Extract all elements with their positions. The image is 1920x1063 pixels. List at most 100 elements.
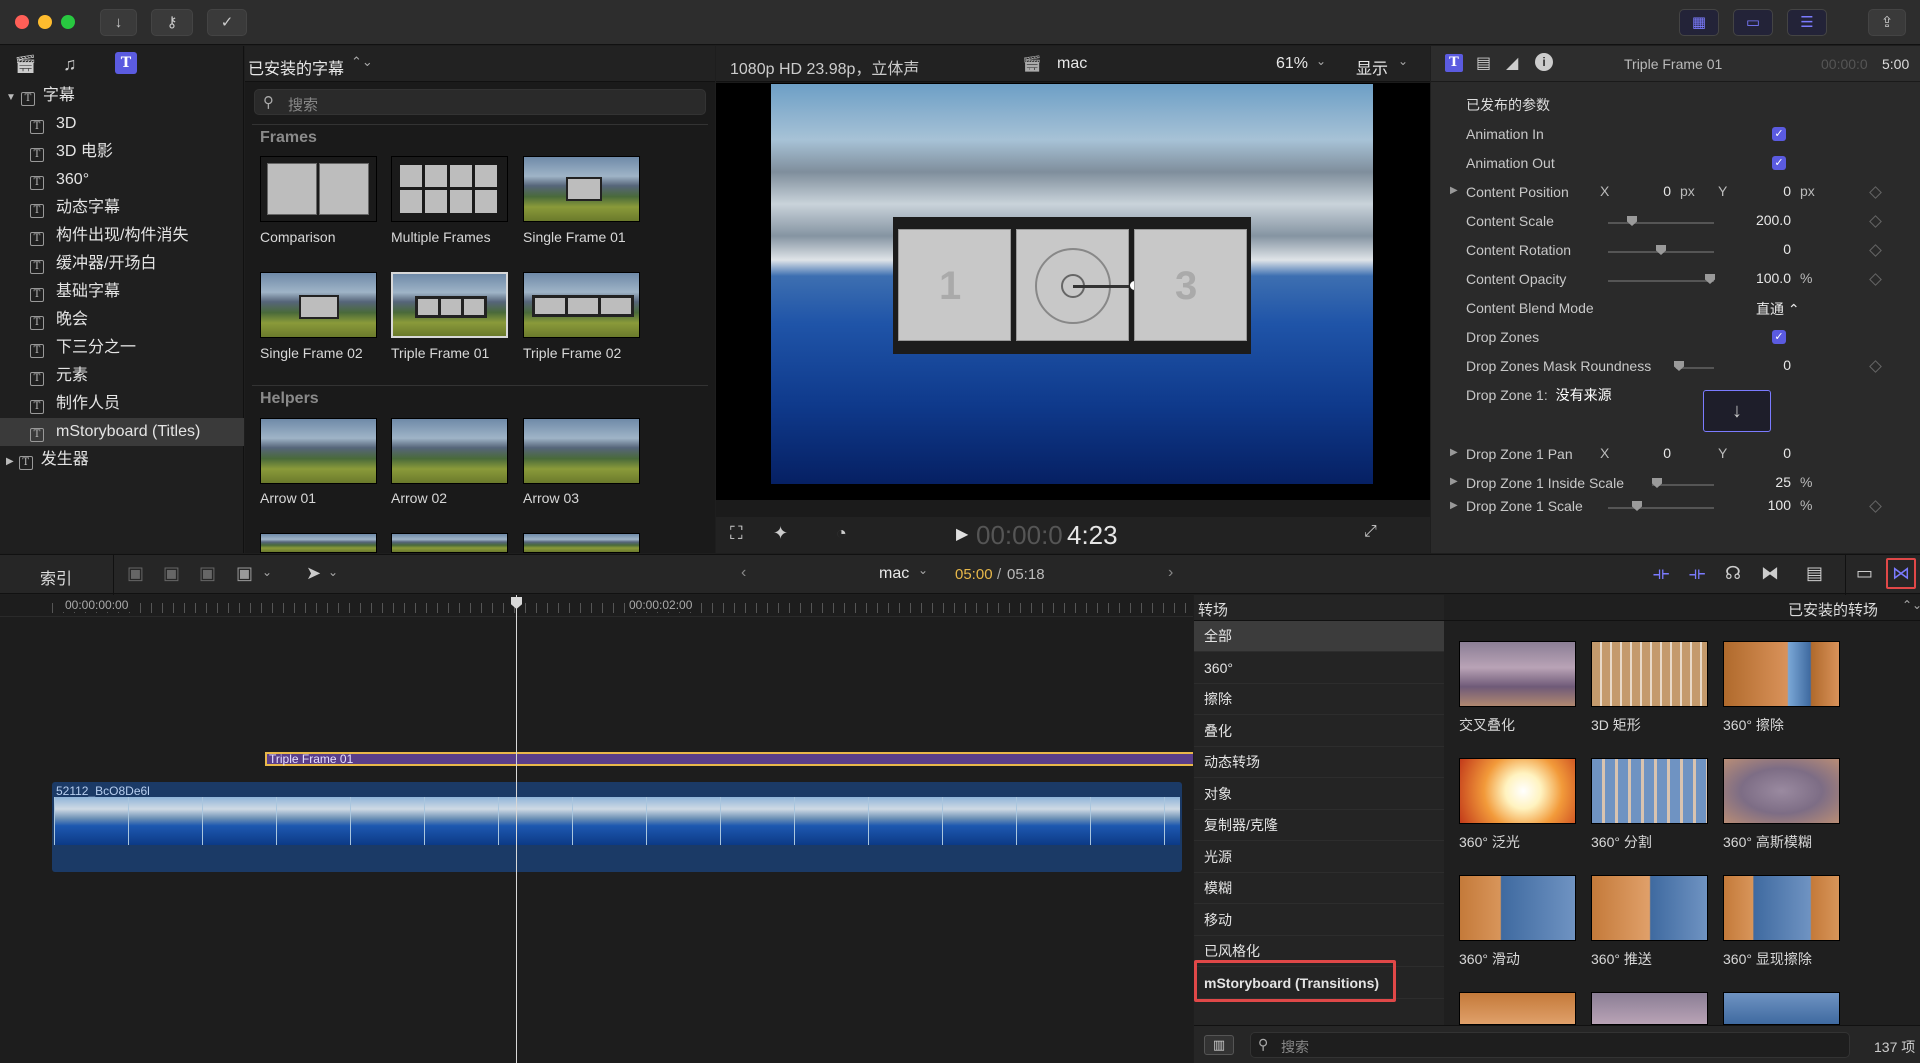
- transition-category[interactable]: 光源: [1194, 842, 1444, 873]
- clip-appearance-icon[interactable]: ▤: [1806, 563, 1823, 584]
- blend-mode-select[interactable]: 直通 ⌃: [1756, 299, 1800, 319]
- import-button[interactable]: ↓: [100, 9, 137, 36]
- browser-title[interactable]: 已安装的字幕: [248, 55, 344, 79]
- title-thumb-arrow-03[interactable]: [523, 418, 640, 484]
- transition-thumb-partial[interactable]: [1591, 992, 1708, 1025]
- transitions-browser-button[interactable]: ⋈: [1886, 558, 1916, 589]
- keyframe-icon[interactable]: [1869, 244, 1882, 257]
- timecode-bright[interactable]: 4:23: [1067, 520, 1118, 551]
- viewer-canvas[interactable]: 1 3: [716, 83, 1430, 500]
- title-thumb-multiple-frames[interactable]: [391, 156, 508, 222]
- title-thumb-partial[interactable]: [523, 533, 640, 553]
- drop-zone-2[interactable]: [1016, 229, 1140, 341]
- titles-tab-icon[interactable]: T: [115, 52, 137, 74]
- dz1-scale-value[interactable]: 100: [1751, 498, 1791, 513]
- headphones-icon[interactable]: ☊: [1725, 563, 1741, 584]
- library-item[interactable]: ▼ T 字幕: [0, 82, 244, 110]
- title-thumb-triple-frame-01[interactable]: [391, 272, 508, 338]
- zoom-window-button[interactable]: [61, 15, 75, 29]
- slider-knob[interactable]: [1652, 478, 1662, 488]
- chevron-down-icon[interactable]: ⌄: [262, 565, 272, 579]
- disclosure-open-icon[interactable]: ▼: [6, 92, 16, 103]
- library-item[interactable]: T 基础字幕: [0, 278, 244, 306]
- disclosure-triangle-icon[interactable]: ▶: [1450, 185, 1458, 196]
- minimize-window-button[interactable]: [38, 15, 52, 29]
- transition-thumb-partial[interactable]: [1723, 992, 1840, 1025]
- library-item[interactable]: T 360°: [0, 166, 244, 194]
- dz1-scale-slider[interactable]: [1608, 507, 1714, 509]
- dz1-pan-y-value[interactable]: 0: [1771, 445, 1791, 461]
- close-window-button[interactable]: [15, 15, 29, 29]
- transition-category[interactable]: 复制器/克隆: [1194, 810, 1444, 841]
- title-inspector-tab-icon[interactable]: T: [1445, 54, 1463, 72]
- slider-knob[interactable]: [1632, 501, 1642, 511]
- share-button[interactable]: ⇪: [1868, 9, 1906, 36]
- transition-thumb-3d-rectangle[interactable]: [1591, 641, 1708, 707]
- animation-in-checkbox[interactable]: ✓: [1772, 127, 1786, 141]
- transition-thumb-partial[interactable]: [1459, 992, 1576, 1025]
- transition-category[interactable]: 擦除: [1194, 684, 1444, 715]
- info-icon[interactable]: i: [1535, 53, 1553, 71]
- audio-skimming-icon[interactable]: ⟛: [1689, 563, 1705, 584]
- transform-icon[interactable]: ⛶: [730, 523, 743, 544]
- timeline-project-name[interactable]: mac: [879, 565, 909, 583]
- library-item[interactable]: T 3D: [0, 110, 244, 138]
- speedometer-icon[interactable]: ◔: [836, 523, 847, 544]
- library-item[interactable]: T 3D 电影: [0, 138, 244, 166]
- transition-category[interactable]: 全部: [1194, 621, 1444, 652]
- title-clip[interactable]: Triple Frame 01: [265, 752, 1193, 766]
- show-browser-button[interactable]: ▦: [1679, 9, 1719, 36]
- library-item[interactable]: T 构件出现/构件消失: [0, 222, 244, 250]
- show-inspector-button[interactable]: ☰: [1787, 9, 1827, 36]
- drop-zone-3[interactable]: 3: [1134, 229, 1247, 341]
- timecode-dim[interactable]: 00:00:0: [976, 520, 1063, 551]
- transition-thumb-360-slide[interactable]: [1459, 875, 1576, 941]
- animation-out-checkbox[interactable]: ✓: [1772, 156, 1786, 170]
- video-clip[interactable]: 52112_BcO8De6l: [52, 782, 1182, 872]
- title-thumb-triple-frame-02[interactable]: [523, 272, 640, 338]
- library-item[interactable]: T 制作人员: [0, 390, 244, 418]
- keyword-button[interactable]: ⚷: [151, 9, 193, 36]
- library-item[interactable]: T 下三分之一: [0, 334, 244, 362]
- dz1-inside-scale-slider[interactable]: [1652, 484, 1714, 486]
- play-icon[interactable]: ▶: [956, 524, 968, 544]
- title-thumb-partial[interactable]: [391, 533, 508, 553]
- timeline-ruler[interactable]: 00:00:00:00 00:00:02:00: [0, 595, 1193, 617]
- snapping-icon[interactable]: ⧓: [1761, 563, 1779, 584]
- drop-zone-1-source-well[interactable]: ↓: [1703, 390, 1771, 432]
- keyframe-icon[interactable]: [1869, 273, 1882, 286]
- select-tool-icon[interactable]: ➤: [306, 563, 321, 584]
- transition-category[interactable]: 移动: [1194, 905, 1444, 936]
- library-item[interactable]: T 元素: [0, 362, 244, 390]
- drop-zone-1[interactable]: 1: [898, 229, 1011, 341]
- slider-knob[interactable]: [1674, 361, 1684, 371]
- title-thumb-comparison[interactable]: [260, 156, 377, 222]
- overwrite-clip-icon[interactable]: ▣: [236, 563, 253, 584]
- disclosure-closed-icon[interactable]: ▶: [6, 456, 14, 467]
- keyframe-icon[interactable]: [1869, 500, 1882, 513]
- position-y-value[interactable]: 0: [1771, 183, 1791, 199]
- magic-wand-icon[interactable]: ✦: [773, 523, 788, 544]
- library-item[interactable]: ▶ T 发生器: [0, 446, 244, 474]
- chevron-down-icon[interactable]: ⌄: [1316, 54, 1326, 68]
- transition-category[interactable]: 模糊: [1194, 873, 1444, 904]
- index-button[interactable]: 索引: [40, 565, 72, 589]
- insert-clip-icon[interactable]: ▣: [163, 563, 180, 584]
- transition-category[interactable]: 动态转场: [1194, 747, 1444, 778]
- title-thumb-arrow-01[interactable]: [260, 418, 377, 484]
- transition-thumb-360-bloom[interactable]: [1459, 758, 1576, 824]
- connect-clip-icon[interactable]: ▣: [127, 563, 144, 584]
- content-opacity-slider[interactable]: [1608, 280, 1714, 282]
- transition-category[interactable]: 对象: [1194, 779, 1444, 810]
- title-thumb-single-frame-02[interactable]: [260, 272, 377, 338]
- fullscreen-icon[interactable]: ⤢: [1364, 523, 1377, 541]
- transition-category[interactable]: 360°: [1194, 653, 1444, 684]
- chevron-down-icon[interactable]: ⌄: [1398, 54, 1408, 68]
- transition-thumb-cross-dissolve[interactable]: [1459, 641, 1576, 707]
- drop-zones-checkbox[interactable]: ✓: [1772, 330, 1786, 344]
- disclosure-triangle-icon[interactable]: ▶: [1450, 500, 1458, 511]
- updown-chevron-icon[interactable]: ⌃⌄: [351, 54, 373, 70]
- transition-thumb-360-wipe[interactable]: [1723, 641, 1840, 707]
- transition-thumb-360-push[interactable]: [1591, 875, 1708, 941]
- chevron-down-icon[interactable]: ⌄: [328, 565, 338, 579]
